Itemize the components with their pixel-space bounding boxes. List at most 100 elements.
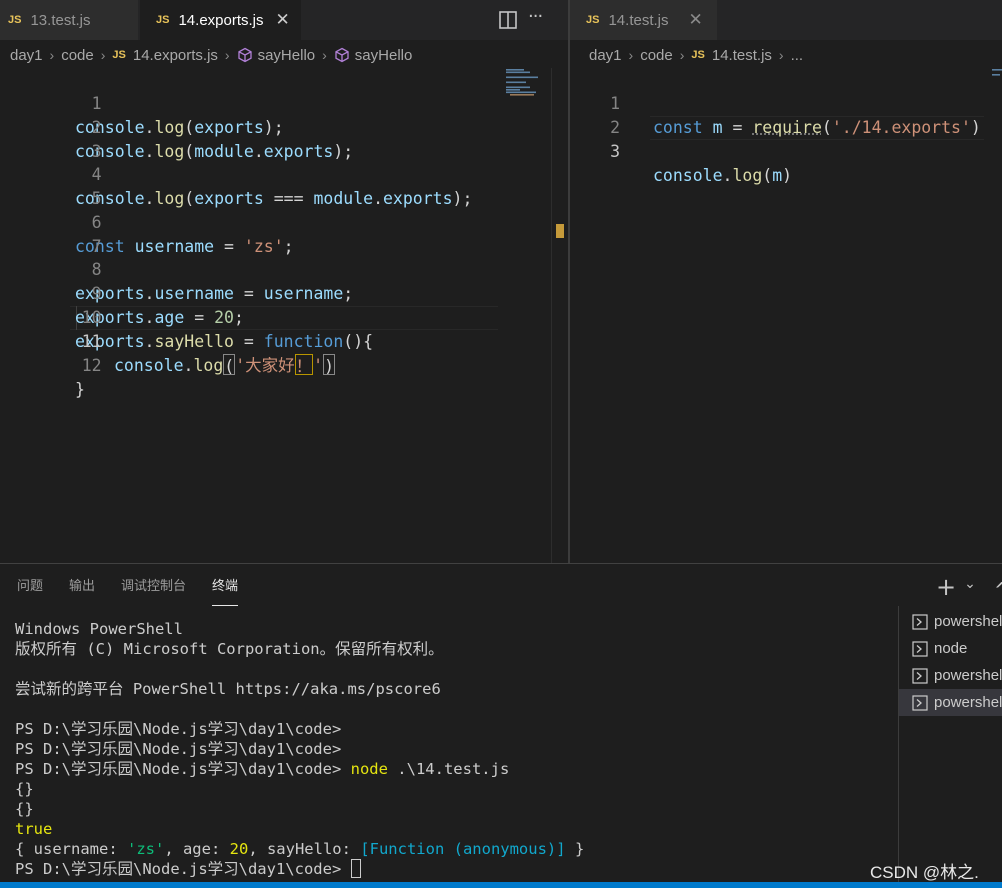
close-icon[interactable]: ✕: [689, 10, 703, 30]
panel-actions: + ⌄ ^: [936, 572, 1002, 602]
line-number: 8: [91, 260, 102, 279]
breadcrumb-item[interactable]: day1: [589, 47, 622, 64]
chevron-down-icon[interactable]: ⌄: [964, 576, 976, 592]
line-number: 12: [81, 356, 102, 375]
code-token: ': [313, 356, 324, 375]
vertical-scrollbar[interactable]: [551, 68, 565, 563]
breadcrumb-item[interactable]: ...: [791, 47, 804, 64]
code-token: .: [144, 189, 155, 208]
close-icon[interactable]: ✕: [276, 10, 290, 30]
right-editor-pane: JS 14.test.js ✕ day1 › code › JS 14.test…: [570, 0, 1002, 563]
tab-14-exports-js[interactable]: JS 14.exports.js ✕: [140, 0, 301, 40]
code-line: 2 console.log(module.exports);: [0, 92, 353, 161]
breadcrumb-item[interactable]: 14.test.js: [712, 47, 772, 64]
code-line: 12 }: [0, 330, 102, 399]
code-token: username: [134, 237, 215, 256]
code-token: .: [253, 142, 264, 161]
code-token: .: [722, 166, 733, 185]
code-token: (: [184, 189, 195, 208]
terminal-argument: .\14.test.js: [387, 760, 510, 778]
code-token: username: [154, 284, 234, 303]
code-line: 4 console.log(exports === module.exports…: [0, 139, 472, 208]
terminal-prompt: PS D:\学习乐园\Node.js学习\day1\code>: [15, 860, 351, 878]
breadcrumb-item[interactable]: 14.exports.js: [133, 47, 218, 64]
terminal-line: true: [15, 820, 53, 838]
terminal-output[interactable]: Windows PowerShell 版权所有 (C) Microsoft Co…: [15, 619, 584, 879]
code-token: username: [263, 284, 344, 303]
js-file-icon: JS: [112, 49, 126, 61]
terminal-token: 20: [229, 840, 249, 858]
breadcrumb: day1 › code › JS 14.exports.js › sayHell…: [10, 43, 412, 67]
minimap[interactable]: [504, 68, 554, 98]
breadcrumb-item[interactable]: sayHello: [258, 47, 316, 64]
add-terminal-icon[interactable]: +: [936, 575, 956, 599]
line-number: 9: [91, 284, 102, 303]
js-file-icon: JS: [8, 14, 22, 26]
code-token: =: [214, 237, 244, 256]
status-bar: [0, 882, 1002, 888]
chevron-right-icon: ›: [49, 47, 55, 63]
terminal-icon: [912, 613, 928, 630]
line-number: 6: [91, 213, 102, 232]
code-token: );: [452, 189, 473, 208]
code-token: require: [752, 118, 822, 137]
tab-13-test-js[interactable]: JS 13.test.js: [0, 0, 138, 40]
breadcrumb-item[interactable]: code: [61, 47, 94, 64]
line-number: 11: [81, 332, 102, 351]
code-token: .: [144, 118, 155, 137]
chevron-right-icon: ›: [322, 47, 327, 63]
code-token: exports: [383, 189, 453, 208]
breadcrumb-item[interactable]: sayHello: [355, 47, 413, 64]
code-token: (: [821, 118, 832, 137]
terminal-list-item[interactable]: powershell: [899, 608, 1002, 635]
tab-14-test-js[interactable]: JS 14.test.js ✕: [570, 0, 717, 40]
code-token: module: [194, 142, 254, 161]
terminal-cursor: [350, 859, 361, 878]
code-line: 3: [0, 116, 102, 161]
code-line: 2: [570, 92, 630, 137]
maximize-panel-icon[interactable]: ^: [994, 578, 1002, 602]
terminal-line: { username: 'zs', age: 20, sayHello: [Fu…: [15, 839, 584, 859]
code-token: .: [373, 189, 383, 208]
bracket-match: (: [223, 354, 236, 376]
line-number: 1: [91, 94, 102, 113]
terminal-line: PS D:\学习乐园\Node.js学习\day1\code>: [15, 740, 342, 758]
code-token: './14.exports': [831, 118, 971, 137]
terminal-line: 尝试新的跨平台 PowerShell https://aka.ms/pscore…: [15, 680, 441, 698]
chevron-right-icon: ›: [679, 47, 685, 63]
code-token: 20: [214, 308, 234, 327]
breadcrumb-item[interactable]: day1: [10, 47, 43, 64]
terminal-list-item[interactable]: node: [899, 635, 1002, 662]
scroll-warning-marker: [556, 224, 564, 238]
terminal-line: {}: [15, 780, 34, 798]
terminal-list-item[interactable]: powershell: [899, 662, 1002, 689]
js-file-icon: JS: [691, 49, 705, 61]
terminal-icon: [912, 667, 928, 684]
terminal-command: node: [350, 760, 388, 778]
panel-tab-bar: 问题 输出 调试控制台 终端: [0, 564, 264, 606]
tab-terminal[interactable]: 终端: [212, 564, 239, 606]
left-editor-pane: JS 13.test.js JS 14.exports.js ✕ ··· day…: [0, 0, 568, 563]
terminal-list-item[interactable]: powershell: [899, 689, 1002, 716]
code-token: ): [782, 166, 793, 185]
split-editor-icon[interactable]: [497, 9, 519, 31]
terminal-token: [Function (anonymous)]: [360, 840, 566, 858]
code-line: 3 console.log(m): [570, 116, 792, 185]
code-token: 'zs': [243, 237, 284, 256]
chevron-right-icon: ›: [224, 47, 230, 63]
line-number: 7: [91, 237, 102, 256]
minimap[interactable]: [990, 68, 1002, 98]
terminal-list-label: powershell: [934, 667, 1002, 684]
line-number: 10: [81, 308, 102, 327]
tab-output[interactable]: 输出: [69, 564, 95, 606]
method-cube-icon: [237, 47, 252, 63]
code-token: ;: [283, 237, 294, 256]
terminal-token: 'zs': [126, 840, 165, 858]
more-actions-icon[interactable]: ···: [528, 6, 550, 28]
tab-problems[interactable]: 问题: [17, 564, 43, 606]
code-token: console: [114, 356, 184, 375]
breadcrumb-item[interactable]: code: [640, 47, 673, 64]
tab-debug-console[interactable]: 调试控制台: [121, 564, 186, 606]
